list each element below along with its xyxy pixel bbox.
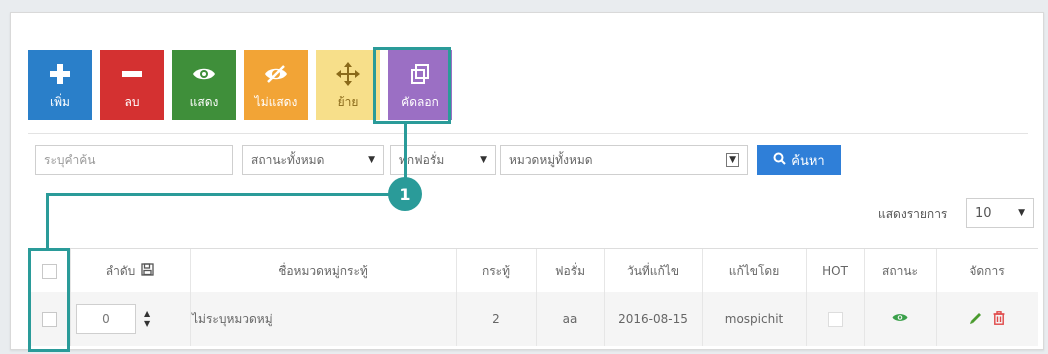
trash-icon[interactable] [993, 310, 1005, 328]
category-select-value: หมวดหมู่ทั้งหมด [509, 152, 593, 167]
toolbar-divider [28, 133, 1028, 134]
eye-icon [192, 59, 216, 89]
keyword-placeholder: ระบุคำค้น [44, 152, 96, 167]
header-hot: HOT [822, 264, 848, 278]
header-actions: จัดการ [969, 263, 1005, 278]
status-cell [864, 292, 936, 346]
save-icon[interactable] [141, 263, 154, 279]
dropdown-arrow-icon: ▼ [726, 153, 739, 167]
annotation-line [46, 193, 390, 196]
row-checkbox[interactable] [41, 311, 57, 327]
edited-date: 2016-08-15 [618, 312, 688, 326]
order-stepper[interactable]: ▲ ▼ [144, 309, 150, 329]
search-button[interactable]: ค้นหา [757, 145, 841, 175]
select-all-cell [28, 249, 70, 293]
header-threads: กระทู้ [481, 263, 511, 278]
eye-icon[interactable] [892, 312, 908, 326]
caret-up-icon[interactable]: ▲ [144, 309, 150, 319]
annotation-line [404, 122, 407, 180]
minus-icon [121, 59, 143, 89]
per-page-label: แสดงรายการ [878, 207, 948, 221]
header-order-label: ลำดับ [105, 263, 136, 278]
copy-button[interactable]: คัดลอก [388, 50, 452, 120]
per-page-select[interactable]: 10 ▼ [966, 198, 1034, 228]
add-button[interactable]: เพิ่ม [28, 50, 92, 120]
move-button[interactable]: ย้าย [316, 50, 380, 120]
actions-cell [936, 292, 1038, 346]
table-header: ลำดับ ชื่อหมวดหมู่กระทู้ กระทู้ ฟอรั่ม ว… [28, 248, 1038, 294]
header-order[interactable]: ลำดับ [70, 249, 190, 293]
keyword-input[interactable]: ระบุคำค้น [35, 145, 233, 175]
annotation-marker: 1 [388, 177, 422, 211]
row-select-cell [28, 292, 70, 346]
hide-button[interactable]: ไม่แสดง [244, 50, 308, 120]
annotation-line [46, 193, 49, 249]
edited-by: mospichit [724, 312, 784, 326]
copy-icon [409, 59, 431, 89]
status-select[interactable]: สถานะทั้งหมด ▼ [242, 145, 384, 175]
move-button-label: ย้าย [337, 94, 359, 109]
order-cell: 0 ▲ ▼ [70, 292, 190, 346]
show-button-label: แสดง [189, 94, 219, 109]
toolbar: เพิ่ม ลบ แสดง ไม่แสดง ย้าย คัดลอก [28, 50, 452, 122]
threads-count: 2 [492, 312, 500, 326]
delete-button[interactable]: ลบ [100, 50, 164, 120]
header-name: ชื่อหมวดหมู่กระทู้ [278, 263, 368, 278]
hide-button-label: ไม่แสดง [254, 94, 298, 109]
order-input[interactable]: 0 [76, 304, 136, 334]
forum-name: aa [562, 312, 578, 326]
chevron-down-icon: ▼ [368, 155, 375, 165]
add-button-label: เพิ่ม [50, 94, 70, 109]
header-edited-date: วันที่แก้ไข [626, 263, 680, 278]
hot-cell [806, 292, 864, 346]
caret-down-icon[interactable]: ▼ [144, 319, 150, 329]
search-icon [773, 152, 786, 169]
header-edited-by: แก้ไขโดย [728, 263, 780, 278]
eye-slash-icon [264, 59, 288, 89]
category-name[interactable]: ไม่ระบุหมวดหมู่ [190, 292, 456, 346]
select-all-checkbox[interactable] [41, 263, 57, 279]
delete-button-label: ลบ [124, 94, 140, 109]
header-forum: ฟอรั่ม [554, 263, 586, 278]
show-button[interactable]: แสดง [172, 50, 236, 120]
plus-icon [49, 59, 71, 89]
copy-button-label: คัดลอก [401, 94, 439, 109]
header-status: สถานะ [882, 263, 918, 278]
per-page-value: 10 [975, 205, 992, 221]
category-select[interactable]: หมวดหมู่ทั้งหมด ▼ [500, 145, 748, 175]
search-button-label: ค้นหา [791, 153, 825, 169]
status-select-value: สถานะทั้งหมด [251, 152, 325, 167]
table-row: 0 ▲ ▼ ไม่ระบุหมวดหมู่ 2 aa 2016-08-15 mo… [28, 292, 1038, 346]
hot-checkbox[interactable] [827, 311, 843, 327]
move-arrows-icon [336, 59, 360, 89]
edit-pencil-icon[interactable] [969, 311, 983, 328]
chevron-down-icon: ▼ [480, 155, 487, 165]
chevron-down-icon: ▼ [1018, 208, 1025, 218]
